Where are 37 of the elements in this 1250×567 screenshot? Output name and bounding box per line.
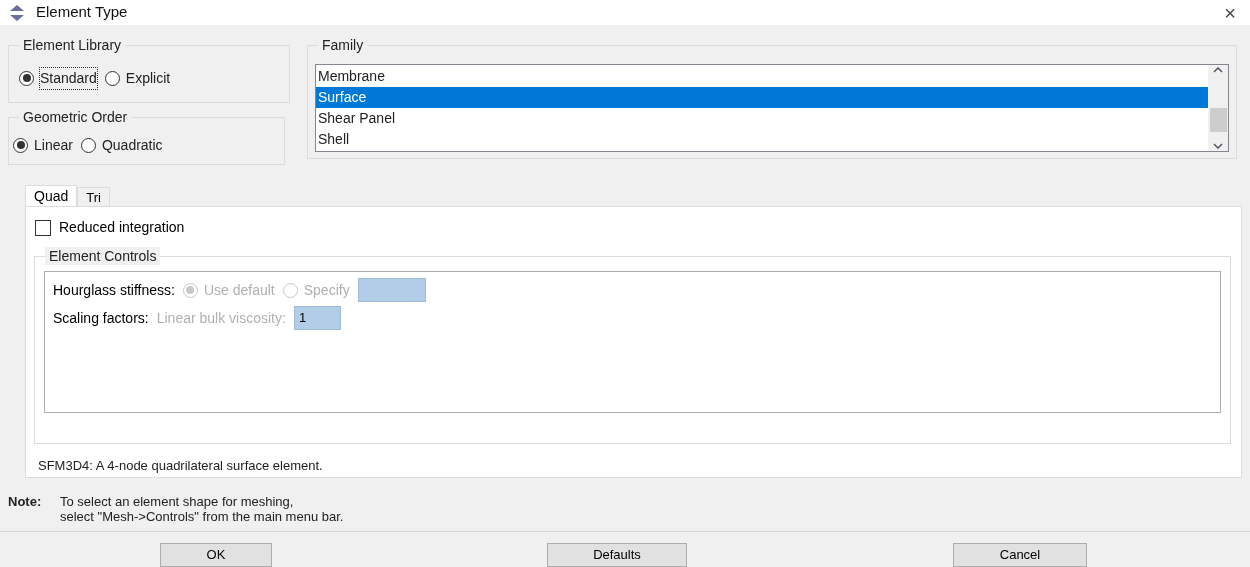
radio-label: Explicit	[125, 68, 171, 88]
dialog-button[interactable]: Defaults	[547, 543, 687, 567]
radio-label: Quadratic	[101, 135, 163, 155]
scrollbar[interactable]	[1208, 65, 1228, 151]
list-item[interactable]: Membrane	[316, 66, 1208, 87]
group-title: Element Library	[19, 36, 126, 54]
window-title: Element Type	[36, 2, 128, 23]
note-label: Note:	[8, 494, 43, 511]
element-description: SFM3D4: A 4-node quadrilateral surface element.	[37, 457, 324, 475]
list-item[interactable]: Shell	[316, 129, 1208, 150]
dialog-button[interactable]: Cancel	[953, 543, 1087, 567]
list-item[interactable]: Shear Panel	[316, 108, 1208, 129]
radio-label: Specify	[303, 280, 350, 300]
radio-label: Standard	[40, 67, 97, 89]
note-text: To select an element shape for meshing,	[60, 494, 295, 509]
field-label: Hourglass stiffness:	[53, 280, 175, 300]
radio-button[interactable]	[104, 70, 120, 86]
close-button[interactable]: ×	[1216, 2, 1244, 23]
radio-button[interactable]	[80, 137, 96, 153]
scroll-up-icon[interactable]	[1213, 67, 1223, 73]
radio-button[interactable]	[13, 137, 28, 153]
radio-label: Linear	[34, 135, 73, 155]
group-title: Element Controls	[45, 247, 161, 265]
field-label: Linear bulk viscosity:	[156, 308, 286, 328]
scroll-thumb[interactable]	[1209, 108, 1227, 132]
tab[interactable]: Tri	[77, 187, 110, 206]
list-item[interactable]: Surface	[316, 87, 1208, 108]
tab[interactable]: Quad	[25, 185, 78, 206]
radio-label: Use default	[203, 280, 275, 300]
scroll-down-icon[interactable]	[1213, 143, 1223, 149]
note-text: select "Mesh->Controls" from the main menu bar.	[60, 509, 344, 524]
radio-button[interactable]	[19, 70, 34, 86]
checkbox-label: Reduced integration	[59, 218, 185, 237]
checkbox[interactable]	[35, 219, 51, 236]
group-title: Family	[318, 36, 368, 54]
field-label: Scaling factors:	[53, 308, 149, 328]
dialog-button[interactable]: OK	[160, 543, 272, 567]
